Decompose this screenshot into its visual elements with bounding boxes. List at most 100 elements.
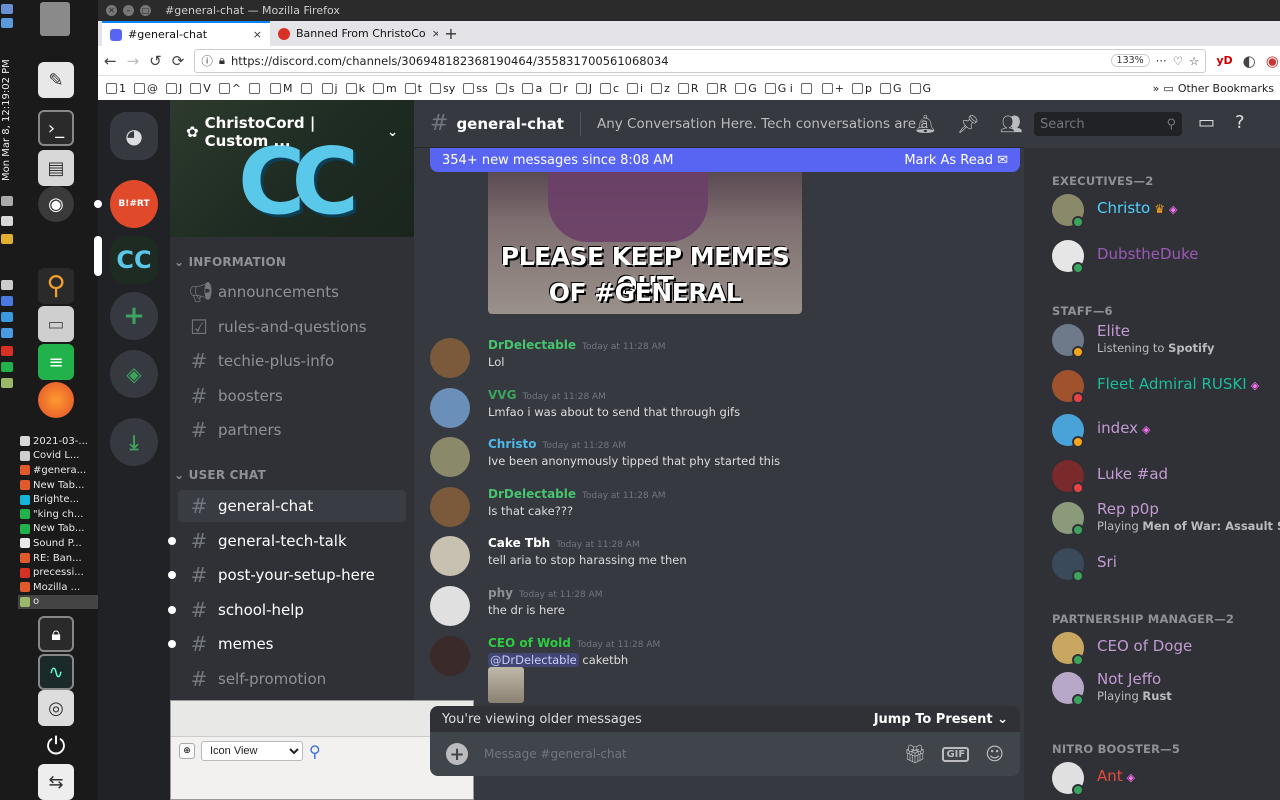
explore-compass-icon[interactable]: ◈ — [110, 350, 158, 398]
terminal-icon[interactable]: ›_ — [38, 110, 74, 146]
emoji-icon[interactable]: ☺ — [985, 744, 1004, 765]
taskbar-item[interactable]: 2021-03-... — [18, 434, 98, 449]
member-item[interactable]: Luke #ad — [1052, 458, 1280, 498]
tray-icon-a[interactable] — [1, 196, 13, 206]
channel-post-your-setup-here[interactable]: # post-your-setup-here — [168, 559, 406, 591]
bookmark-item[interactable]: ss — [461, 82, 489, 95]
bookmark-star-icon[interactable]: ☆ — [1189, 54, 1199, 68]
page-actions-icon[interactable]: ··· — [1156, 54, 1167, 68]
download-icon[interactable]: ⤓ — [110, 418, 158, 466]
spotify-like-icon[interactable]: ≡ — [38, 344, 74, 380]
taskbar-item[interactable]: New Tab... — [18, 478, 98, 493]
channel-topic[interactable]: Any Conversation Here. Tech conversation… — [597, 116, 927, 132]
bookmark-item[interactable] — [299, 82, 316, 95]
message-input[interactable]: Message #general-chat — [484, 747, 888, 761]
tray-icon-e[interactable] — [1, 296, 13, 306]
chevron-down-icon[interactable]: ⌄ — [387, 125, 398, 140]
member-item[interactable]: CEO of Doge — [1052, 630, 1280, 670]
jump-to-present-button[interactable]: Jump To Present ⌄ — [874, 712, 1008, 727]
yd-extension-icon[interactable]: yD — [1216, 54, 1232, 67]
ubuntu-settings-icon[interactable]: ◉ — [38, 186, 74, 222]
bookmark-item[interactable] — [247, 82, 264, 95]
member-item[interactable]: Not Jeffo Playing Rust — [1052, 670, 1280, 710]
mark-as-read-button[interactable]: Mark As Read ✉ — [904, 153, 1008, 168]
new-messages-bar[interactable]: 354+ new messages since 8:08 AM Mark As … — [430, 148, 1020, 172]
taskbar-item[interactable]: New Tab... — [18, 522, 98, 537]
avatar[interactable] — [430, 437, 470, 478]
lock-icon[interactable]: 🔒︎ — [219, 53, 225, 68]
bookmark-item[interactable]: p — [850, 82, 874, 95]
member-item[interactable]: Christo ♛ ◈ — [1052, 192, 1280, 232]
guild-christocord[interactable]: CC — [110, 236, 158, 284]
view-mode-select[interactable]: Icon View — [201, 741, 303, 761]
bookmark-item[interactable]: m — [371, 82, 399, 95]
message-author[interactable]: phy Today at 11:28 AM — [488, 586, 602, 600]
avatar[interactable] — [430, 635, 470, 676]
help-icon[interactable]: ? — [1235, 112, 1245, 133]
taskbar-item[interactable]: o — [18, 594, 98, 610]
server-name-header[interactable]: ✿ ChristoCord | Custom ... ⌄ — [186, 114, 398, 150]
network-tray-icon[interactable] — [1, 4, 13, 14]
discord-home-icon[interactable]: ◕ — [110, 112, 158, 160]
bluetooth-tray-icon[interactable] — [1, 18, 13, 28]
channel-techie-plus-info[interactable]: # techie-plus-info — [178, 345, 406, 377]
info-shield-icon[interactable]: ⓘ — [201, 53, 213, 69]
taskbar-item[interactable]: "king ch... — [18, 507, 98, 522]
bookmark-item[interactable]: 1 — [104, 82, 128, 95]
channel-rules-and-questions[interactable]: ☑ rules-and-questions — [178, 311, 406, 343]
category-information[interactable]: ⌄ INFORMATION — [174, 255, 286, 269]
other-bookmarks[interactable]: » ▭ Other Bookmarks — [1153, 82, 1274, 95]
member-item[interactable]: Ant ◈ — [1052, 760, 1280, 800]
member-item[interactable]: Rep p0pPlaying Men of War: Assault S... — [1052, 500, 1280, 540]
avatar[interactable] — [430, 338, 470, 378]
search-icon[interactable]: ⚲ — [309, 742, 321, 761]
power-icon[interactable]: ⏻ — [38, 728, 74, 764]
bookmark-item[interactable]: a — [520, 82, 544, 95]
meme-gif[interactable]: PLEASE KEEP MEMES OUT OF #GENERAL — [488, 172, 802, 314]
bookmark-item[interactable]: s — [494, 82, 517, 95]
close-tab-icon[interactable]: × — [253, 28, 262, 41]
gift-icon[interactable]: 🎁︎ — [904, 744, 927, 765]
history-icon[interactable]: ↺ — [149, 52, 162, 70]
taskbar-item[interactable]: Brighte... — [18, 492, 98, 507]
message-author[interactable]: Christo Today at 11:28 AM — [488, 437, 626, 451]
category-user-chat[interactable]: ⌄ USER CHAT — [174, 468, 266, 482]
member-item[interactable]: Fleet Admiral RUSKI ◈ — [1052, 368, 1280, 408]
channel-boosters[interactable]: # boosters — [178, 380, 406, 412]
guild-bhrt[interactable]: B!#RT — [110, 180, 158, 228]
bookmark-item[interactable]: M — [268, 82, 295, 95]
tray-icon-g[interactable] — [1, 328, 13, 338]
tray-icon-d[interactable] — [1, 280, 13, 290]
reload-icon[interactable]: ⟳ — [172, 52, 185, 70]
member-item[interactable]: Sri — [1052, 546, 1280, 586]
file-cabinet-icon[interactable]: ▭ — [38, 306, 74, 342]
bookmark-item[interactable]: j — [320, 82, 340, 95]
message-author[interactable]: Cake Tbh Today at 11:28 AM — [488, 536, 640, 550]
avatar[interactable] — [430, 387, 470, 428]
add-server-icon[interactable]: + — [110, 292, 158, 340]
author-name[interactable]: DrDelectable — [488, 487, 576, 501]
tray-icon-j[interactable] — [1, 378, 13, 388]
bookmark-item[interactable]: + — [820, 82, 846, 95]
notification-bell-icon[interactable]: 🔔︎ — [914, 114, 937, 135]
channel-self-promotion[interactable]: # self-promotion — [178, 663, 406, 695]
bookmark-item[interactable]: G — [878, 82, 904, 95]
inbox-icon[interactable]: ▭ — [1198, 112, 1215, 133]
forward-icon[interactable]: → — [127, 52, 140, 70]
extension-icon[interactable]: ◐ — [1243, 52, 1256, 70]
maximize-window-icon[interactable]: □ — [140, 5, 151, 16]
chevron-right-icon[interactable]: » — [1153, 82, 1160, 95]
tray-icon-h[interactable] — [1, 346, 13, 356]
bookmark-item[interactable]: R — [705, 82, 730, 95]
zoom-indicator[interactable]: 133% — [1110, 54, 1150, 67]
author-name[interactable]: phy — [488, 586, 513, 600]
url-bar[interactable]: ⓘ 🔒︎ https://discord.com/channels/306948… — [194, 48, 1207, 73]
switcher-icon[interactable]: ⇆ — [38, 764, 74, 800]
member-item[interactable]: Elite Listening to Spotify — [1052, 322, 1280, 362]
bookmark-item[interactable] — [799, 82, 816, 95]
member-list-icon[interactable]: 👥︎ — [1000, 114, 1023, 135]
author-name[interactable]: VVG — [488, 388, 516, 402]
tray-icon-c[interactable] — [1, 234, 13, 244]
zoom-button[interactable]: ⊕ — [179, 743, 195, 759]
scanner-icon[interactable]: ▤ — [38, 150, 74, 186]
